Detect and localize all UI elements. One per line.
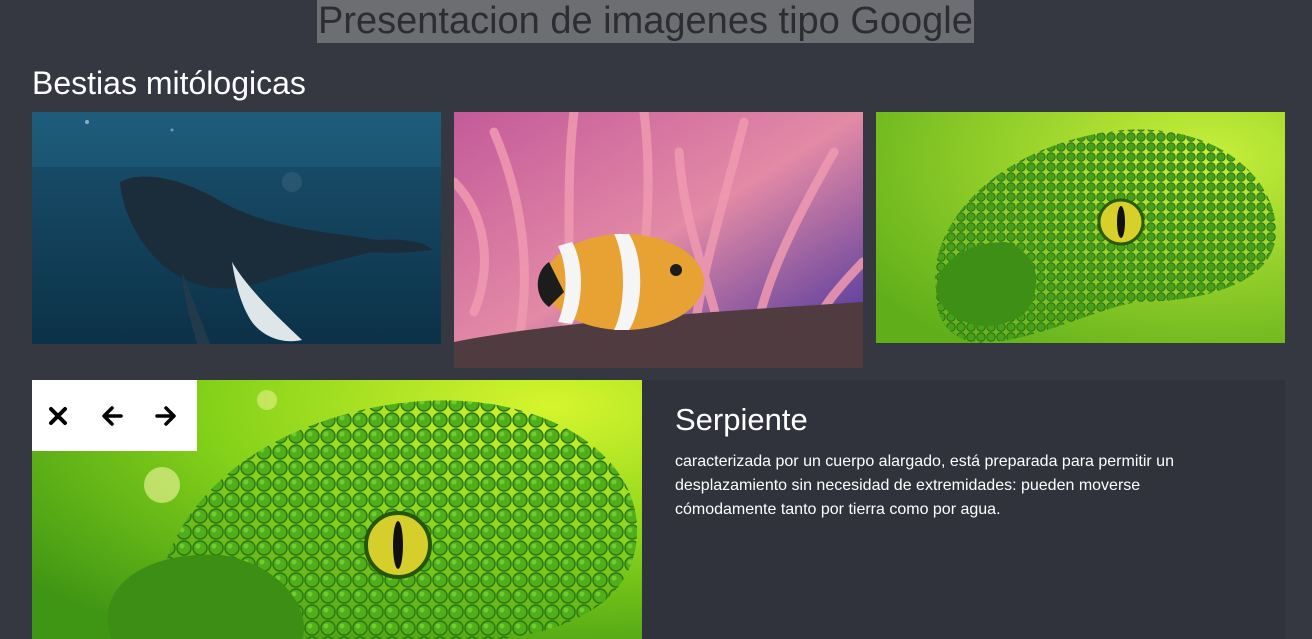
- image-viewer: Serpiente caracterizada por un cuerpo al…: [32, 380, 1285, 639]
- snake-image: [876, 112, 1285, 343]
- thumbnail-clownfish[interactable]: [454, 112, 863, 368]
- thumbnail-snake[interactable]: [876, 112, 1285, 343]
- viewer-detail: Serpiente caracterizada por un cuerpo al…: [675, 400, 1235, 522]
- thumbnail-whale[interactable]: [32, 112, 441, 344]
- close-icon: [49, 406, 67, 425]
- close-button[interactable]: [42, 400, 74, 432]
- arrow-left-icon: [102, 405, 123, 426]
- viewer-title: Serpiente: [675, 402, 808, 437]
- arrow-right-icon: [155, 405, 176, 426]
- viewer-description: caracterizada por un cuerpo alargado, es…: [675, 453, 1174, 518]
- whale-image: [32, 112, 441, 344]
- viewer-controls: [32, 380, 197, 451]
- previous-button[interactable]: [96, 400, 128, 432]
- next-button[interactable]: [150, 400, 182, 432]
- clownfish-image: [454, 112, 863, 368]
- page-title: Presentacion de imagenes tipo Google: [317, 0, 974, 43]
- gallery-heading: Bestias mitólogicas: [32, 65, 306, 101]
